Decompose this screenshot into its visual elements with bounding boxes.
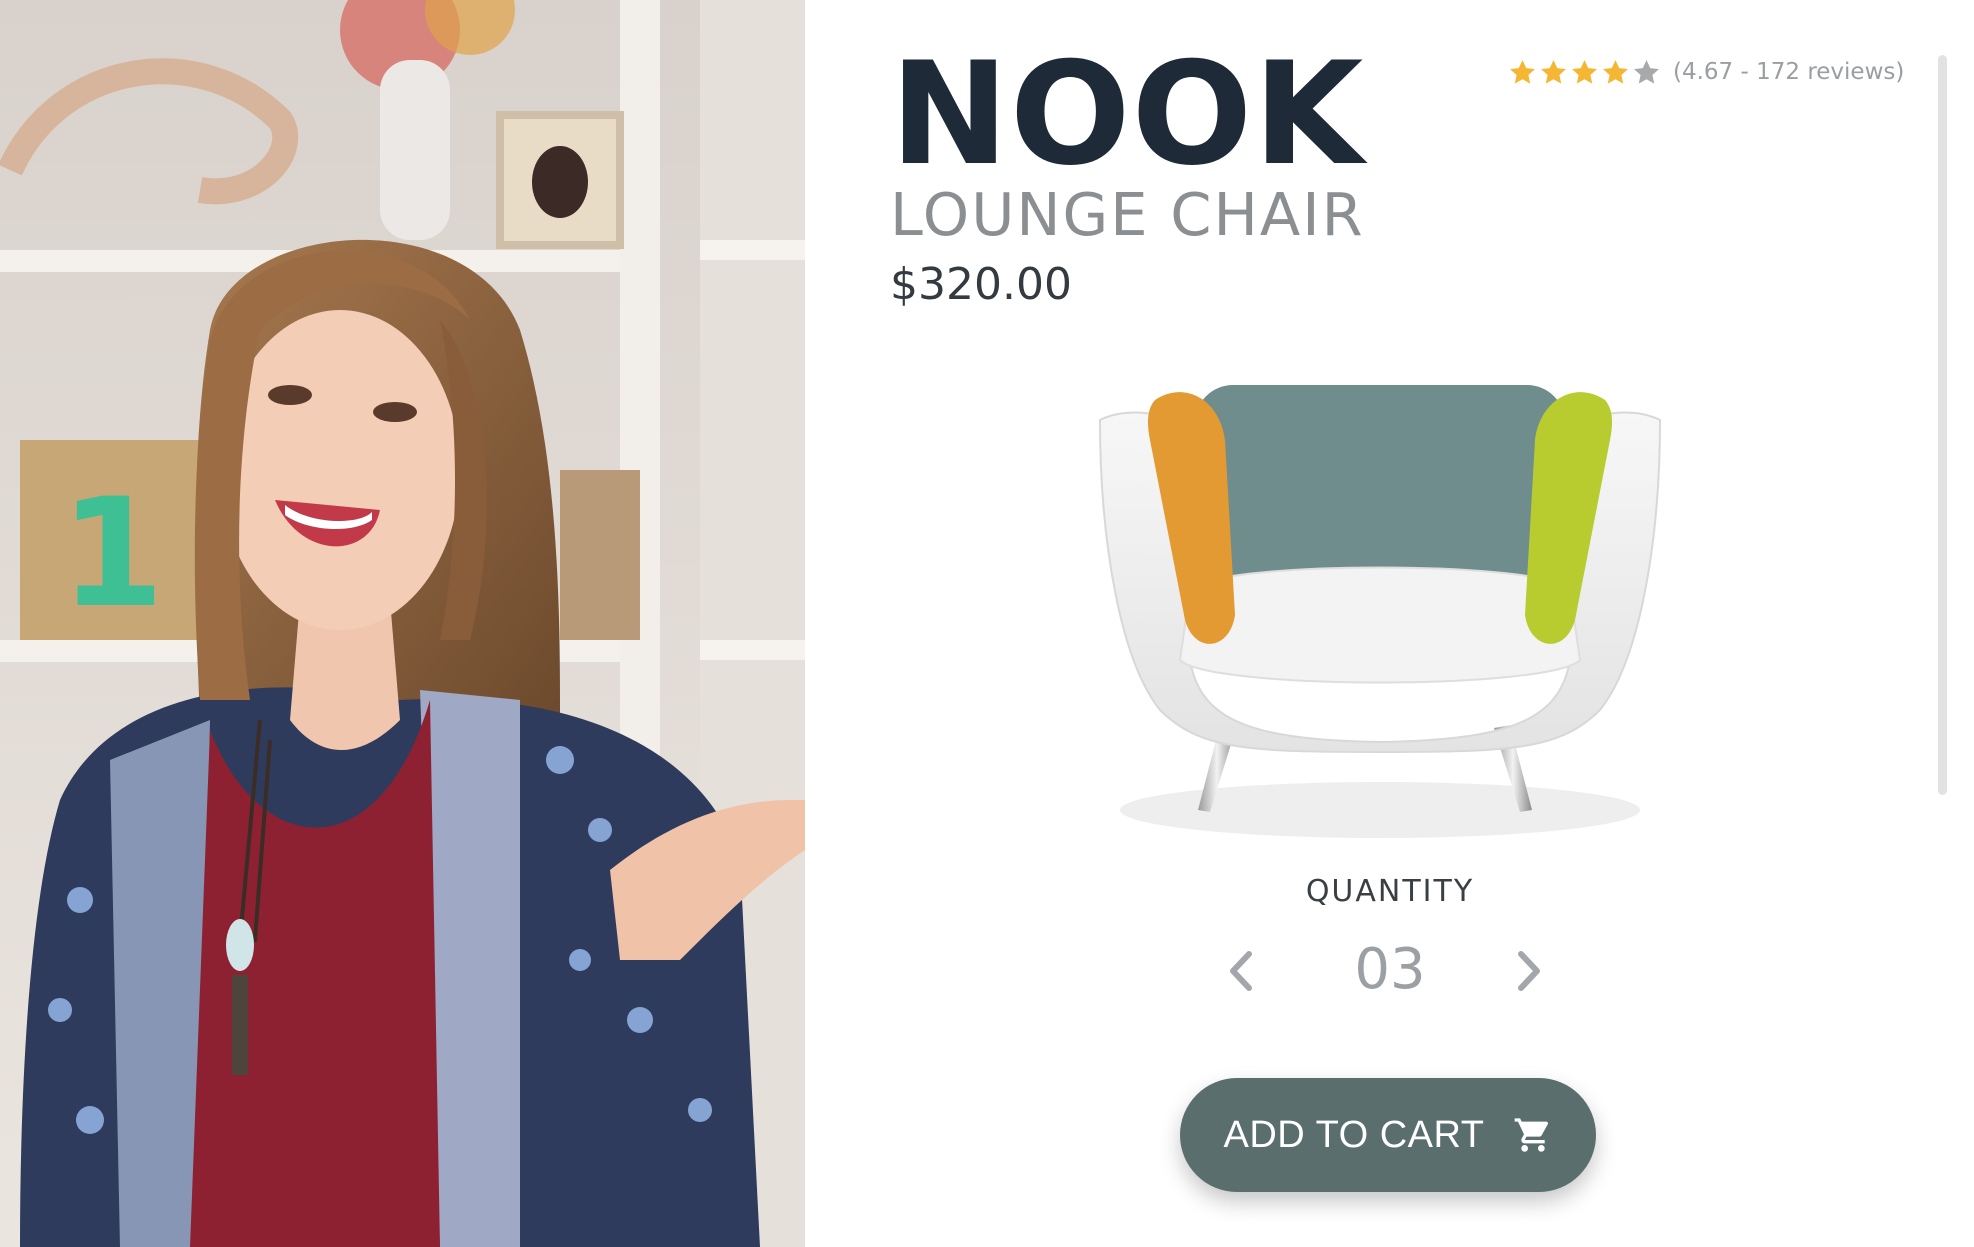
star-empty-icon bbox=[1634, 59, 1659, 84]
add-to-cart-label: ADD TO CART bbox=[1223, 1113, 1485, 1156]
product-type: LOUNGE CHAIR bbox=[890, 180, 1365, 249]
rating-reviews-text[interactable]: (4.67 - 172 reviews) bbox=[1673, 59, 1904, 85]
star-filled-icon bbox=[1603, 59, 1628, 84]
quantity-label: QUANTITY bbox=[1305, 874, 1475, 909]
star-filled-icon bbox=[1541, 59, 1566, 84]
star-filled-icon bbox=[1572, 59, 1597, 84]
shopping-cart-icon bbox=[1514, 1118, 1548, 1152]
presenter-illustration: 1 1 bbox=[0, 0, 805, 1247]
presenter-photo: 1 1 bbox=[0, 0, 805, 1247]
quantity-decrease-button[interactable] bbox=[1218, 945, 1262, 997]
product-name: NOOK bbox=[890, 32, 1365, 197]
lounge-chair-image bbox=[1098, 385, 1662, 838]
scrollbar[interactable] bbox=[1938, 55, 1947, 795]
quantity-value: 03 bbox=[1354, 937, 1426, 1002]
svg-text:1: 1 bbox=[60, 467, 164, 641]
rating-stars bbox=[1508, 58, 1661, 87]
chevron-left-icon bbox=[1230, 951, 1252, 991]
product-rating[interactable]: (4.67 - 172 reviews) bbox=[1508, 52, 1904, 92]
chevron-right-icon bbox=[1518, 951, 1540, 991]
product-price: $320.00 bbox=[890, 259, 1072, 310]
star-filled-icon bbox=[1510, 59, 1535, 84]
quantity-increase-button[interactable] bbox=[1508, 945, 1552, 997]
add-to-cart-button[interactable]: ADD TO CART bbox=[1180, 1078, 1596, 1192]
